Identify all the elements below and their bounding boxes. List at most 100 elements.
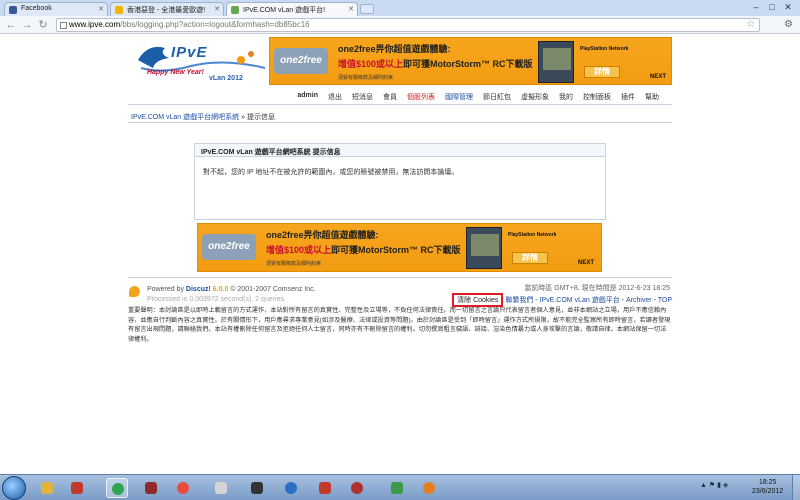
- close-icon[interactable]: ✕: [348, 5, 354, 13]
- app-icon: [177, 482, 189, 494]
- app-icon: [391, 482, 403, 494]
- logo-vlan: vLan 2012: [209, 75, 243, 82]
- tab-title: 香港惡登 - 全港最愛歐遊!: [127, 7, 206, 14]
- firefox-app[interactable]: [418, 478, 440, 498]
- nav-items: admin 退出 短消息 會員 個股列表 國際管理 節日紅包 虛擬形象 我的 控制面板 插件 幫助: [292, 92, 664, 102]
- maximize-icon[interactable]: □: [764, 1, 780, 13]
- browser-toolbar: ← → ↻ www.ipve.com/bbs/logging.php?actio…: [0, 16, 800, 34]
- ad-platform: PlayStation Network: [580, 46, 629, 52]
- explorer-app[interactable]: [36, 478, 58, 498]
- app-icon: [319, 482, 331, 494]
- back-icon[interactable]: ←: [4, 18, 18, 32]
- app-8[interactable]: [280, 478, 302, 498]
- site-logo[interactable]: IPvE Happy New Year! vLan 2012: [133, 38, 268, 83]
- divider: [128, 122, 672, 123]
- game-boxart: [538, 41, 574, 83]
- nav-item[interactable]: 我的: [554, 92, 578, 102]
- nav-item[interactable]: 短消息: [347, 92, 378, 102]
- chrome-app[interactable]: [106, 478, 128, 498]
- breadcrumb-home[interactable]: IPvE.COM vLan 遊戲平台網吧系統: [131, 114, 239, 121]
- nav-item[interactable]: 插件: [616, 92, 640, 102]
- nav-item[interactable]: 節日紅包: [478, 92, 516, 102]
- ad-line2: 增值$100或以上即可獲MotorStorm™ RC下載版: [338, 57, 533, 70]
- contact-link[interactable]: 聯繫我們: [505, 297, 533, 304]
- ad-terms: 須受有關條款及細則約束: [338, 75, 394, 81]
- close-window-icon[interactable]: ✕: [780, 1, 796, 13]
- show-desktop-button[interactable]: [792, 475, 800, 500]
- bookmark-star-icon[interactable]: ☆: [746, 19, 755, 31]
- nav-item[interactable]: 國際管理: [440, 92, 478, 102]
- nav-item[interactable]: 會員: [378, 92, 402, 102]
- address-bar[interactable]: www.ipve.com/bbs/logging.php?action=logo…: [56, 18, 760, 32]
- top-ad-banner[interactable]: one2free one2free畀你超值遊戲體驗: 增值$100或以上即可獲M…: [269, 37, 672, 85]
- clock-date: 23/6/2012: [752, 488, 784, 495]
- nav-item[interactable]: 退出: [323, 92, 347, 102]
- ad-highlight: 增值$100或以上: [338, 59, 404, 69]
- app-10[interactable]: [346, 478, 368, 498]
- wrench-icon[interactable]: ⚙: [784, 19, 793, 30]
- archiver-link[interactable]: Archiver: [626, 297, 652, 304]
- top-link[interactable]: TOP: [658, 297, 672, 304]
- media-icon: [71, 482, 83, 494]
- app-4[interactable]: [140, 478, 162, 498]
- message-box: IPvE.COM vLan 遊戲平台網吧系統 提示信息 對不起，您的 IP 地址…: [194, 143, 606, 220]
- close-icon[interactable]: ✕: [214, 5, 220, 13]
- ad-logo: one2free: [202, 234, 256, 260]
- nav-item[interactable]: 虛擬形象: [516, 92, 554, 102]
- nav-item[interactable]: 控制面板: [578, 92, 616, 102]
- app-icon: [145, 482, 157, 494]
- ad-more-button[interactable]: 詳情: [584, 66, 620, 78]
- app-6[interactable]: [210, 478, 232, 498]
- clear-cookies-button[interactable]: 清除 Cookies: [452, 293, 504, 307]
- close-icon[interactable]: ✕: [98, 5, 104, 13]
- page-icon: [60, 22, 67, 29]
- clock[interactable]: 18:25 23/6/2012: [752, 478, 783, 496]
- ad-line2-rest: 即可獲MotorStorm™ RC下載版: [403, 59, 533, 69]
- forward-icon[interactable]: →: [20, 18, 34, 32]
- tab-strip: Facebook ✕ 香港惡登 - 全港最愛歐遊! ✕ IPvE.COM vLa…: [0, 0, 800, 16]
- logo-new-year: Happy New Year!: [147, 69, 204, 76]
- footer-credits: Powered by Discuz! 6.0.0 © 2001-2007 Com…: [147, 285, 316, 305]
- system-tray[interactable]: ▲ ⚑ ▮ ◈: [700, 481, 728, 489]
- app-icon: [285, 482, 297, 494]
- media-app[interactable]: [66, 478, 88, 498]
- firefox-icon: [423, 482, 435, 494]
- app-icon: [251, 482, 263, 494]
- breadcrumb-sep: »: [241, 114, 245, 121]
- ad-more-button[interactable]: 詳情: [512, 252, 548, 264]
- nav-item[interactable]: 幫助: [640, 92, 664, 102]
- tab-facebook[interactable]: Facebook ✕: [4, 2, 108, 16]
- app-7[interactable]: [246, 478, 268, 498]
- forum-nav: admin 退出 短消息 會員 個股列表 國際管理 節日紅包 虛擬形象 我的 控制面板 插件 幫助: [128, 89, 672, 105]
- app-5[interactable]: [172, 478, 194, 498]
- discuz-link[interactable]: Discuz!: [186, 286, 211, 293]
- url-path: /bbs/logging.php?action=logout&formhash=…: [120, 20, 310, 29]
- start-button[interactable]: [2, 476, 26, 500]
- discuz-icon: [129, 286, 140, 297]
- app-11[interactable]: [386, 478, 408, 498]
- breadcrumb-current: 提示信息: [246, 114, 275, 121]
- tab-hk[interactable]: 香港惡登 - 全港最愛歐遊! ✕: [110, 2, 224, 16]
- tab-title: IPvE.COM vLan 遊戲平台!: [243, 7, 326, 14]
- nav-item[interactable]: 個股列表: [402, 92, 440, 102]
- breadcrumb: IPvE.COM vLan 遊戲平台網吧系統 » 提示信息: [131, 112, 275, 122]
- tab-ipve[interactable]: IPvE.COM vLan 遊戲平台! ✕: [226, 2, 358, 16]
- facebook-icon: [9, 6, 17, 14]
- bottom-ad-banner[interactable]: one2free one2free畀你超值遊戲體驗: 增值$100或以上即可獲M…: [197, 223, 602, 272]
- ad-brand: NEXT: [578, 260, 595, 266]
- minimize-icon[interactable]: –: [748, 1, 764, 13]
- clock-time: 18:25: [758, 479, 777, 486]
- app-icon: [351, 482, 363, 494]
- reload-icon[interactable]: ↻: [36, 18, 50, 32]
- app-icon: [215, 482, 227, 494]
- ad-line2-rest: 即可獲MotorStorm™ RC下載版: [331, 245, 461, 255]
- app-9[interactable]: [314, 478, 336, 498]
- taskbar: ▲ ⚑ ▮ ◈ 18:25 23/6/2012: [0, 474, 800, 500]
- site-home-link[interactable]: IPvE.COM vLan 遊戲平台: [540, 297, 620, 304]
- ad-brand: NEXT: [650, 74, 667, 80]
- processed-time: Processed in 0.003972 second(s), 2 queri…: [147, 296, 286, 303]
- url-host: www.ipve.com: [69, 20, 121, 29]
- new-tab-button[interactable]: [360, 4, 374, 14]
- ad-logo: one2free: [274, 48, 328, 74]
- nav-item[interactable]: admin: [292, 92, 323, 102]
